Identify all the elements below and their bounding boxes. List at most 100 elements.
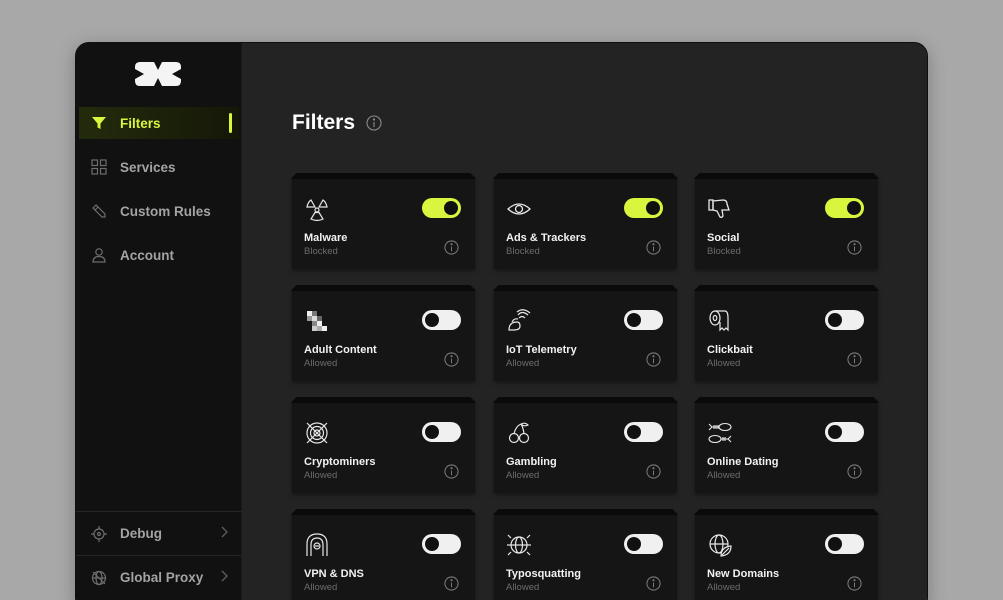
filter-card-cryptominers: Cryptominers Allowed xyxy=(292,401,475,493)
globe-icon xyxy=(90,569,108,587)
filter-status: Allowed xyxy=(707,358,741,369)
filter-name: Online Dating xyxy=(707,456,779,468)
filter-card-adult-content: Adult Content Allowed xyxy=(292,289,475,381)
crypto-target-icon xyxy=(306,422,328,444)
info-icon[interactable] xyxy=(366,115,382,131)
sidebar-item-label: Debug xyxy=(120,526,162,541)
cherries-icon xyxy=(508,422,530,444)
info-icon[interactable] xyxy=(444,352,459,367)
info-icon[interactable] xyxy=(646,576,661,591)
toggle-knob xyxy=(627,425,641,439)
info-icon[interactable] xyxy=(847,464,862,479)
filter-status: Allowed xyxy=(707,582,741,593)
filter-icon xyxy=(90,114,108,132)
info-icon[interactable] xyxy=(646,352,661,367)
chevron-right-icon xyxy=(221,570,228,582)
toggle-knob xyxy=(425,537,439,551)
toggle-knob xyxy=(444,201,458,215)
filter-name: Gambling xyxy=(506,456,557,468)
info-icon[interactable] xyxy=(847,352,862,367)
filter-toggle[interactable] xyxy=(624,422,663,442)
filter-name: Typosquatting xyxy=(506,568,581,580)
filter-status: Allowed xyxy=(506,358,540,369)
toilet-paper-icon xyxy=(709,310,729,332)
chevron-right-icon xyxy=(221,526,228,538)
filter-toggle[interactable] xyxy=(422,422,461,442)
tunnel-icon xyxy=(306,533,328,556)
filter-card-online-dating: Online Dating Allowed xyxy=(695,401,878,493)
grid-icon xyxy=(90,158,108,176)
toggle-knob xyxy=(627,537,641,551)
filter-status: Allowed xyxy=(304,358,338,369)
sidebar-item-custom-rules[interactable]: Custom Rules xyxy=(79,195,239,227)
sidebar-item-debug[interactable]: Debug xyxy=(76,511,242,555)
toggle-knob xyxy=(425,425,439,439)
sidebar-item-label: Services xyxy=(120,159,176,175)
toggle-knob xyxy=(828,425,842,439)
app-logo xyxy=(135,62,181,86)
page-title: Filters xyxy=(292,111,356,134)
filter-name: Adult Content xyxy=(304,344,377,356)
filter-card-malware: Malware Blocked xyxy=(292,177,475,269)
sidebar-item-label: Global Proxy xyxy=(120,570,204,585)
filter-name: Social xyxy=(707,232,740,244)
filter-status: Allowed xyxy=(707,470,741,481)
filter-name: Malware xyxy=(304,232,348,244)
filter-toggle[interactable] xyxy=(825,534,864,554)
pencil-icon xyxy=(90,202,108,220)
filter-toggle[interactable] xyxy=(422,310,461,330)
filter-toggle[interactable] xyxy=(624,534,663,554)
info-icon[interactable] xyxy=(444,576,459,591)
info-icon[interactable] xyxy=(646,240,661,255)
filter-status: Blocked xyxy=(304,246,338,257)
filter-name: VPN & DNS xyxy=(304,568,364,580)
toggle-knob xyxy=(425,313,439,327)
toggle-knob xyxy=(847,201,861,215)
filter-card-new-domains: New Domains Allowed xyxy=(695,513,878,600)
filter-toggle[interactable] xyxy=(825,198,864,218)
user-icon xyxy=(90,246,108,264)
filter-card-iot-telemetry: IoT Telemetry Allowed xyxy=(494,289,677,381)
filter-toggle[interactable] xyxy=(624,310,663,330)
radiation-icon xyxy=(306,199,328,222)
sidebar: Filters Services Custom Rules Account De xyxy=(76,43,242,600)
filter-toggle[interactable] xyxy=(825,310,864,330)
info-icon[interactable] xyxy=(444,240,459,255)
toggle-knob xyxy=(627,313,641,327)
info-icon[interactable] xyxy=(847,240,862,255)
globe-leaf-icon xyxy=(709,534,732,557)
filter-toggle[interactable] xyxy=(422,534,461,554)
app-window: Filters Services Custom Rules Account De xyxy=(75,42,928,600)
filter-card-ads-trackers: Ads & Trackers Blocked xyxy=(494,177,677,269)
toggle-knob xyxy=(828,313,842,327)
filter-name: Ads & Trackers xyxy=(506,232,587,244)
sidebar-item-filters[interactable]: Filters xyxy=(79,107,239,139)
sidebar-item-label: Account xyxy=(120,247,174,263)
filter-card-gambling: Gambling Allowed xyxy=(494,401,677,493)
filter-card-social: Social Blocked xyxy=(695,177,878,269)
filter-card-vpn-dns: VPN & DNS Allowed xyxy=(292,513,475,600)
filter-status: Allowed xyxy=(506,582,540,593)
globe-bug-icon xyxy=(507,534,531,556)
filter-name: Cryptominers xyxy=(304,456,376,468)
info-icon[interactable] xyxy=(847,576,862,591)
sidebar-item-label: Custom Rules xyxy=(120,203,211,219)
info-icon[interactable] xyxy=(444,464,459,479)
filter-status: Blocked xyxy=(506,246,540,257)
filter-status: Allowed xyxy=(304,470,338,481)
sidebar-item-global-proxy[interactable]: Global Proxy xyxy=(76,555,242,599)
filter-name: New Domains xyxy=(707,568,780,580)
filter-name: Clickbait xyxy=(707,344,753,356)
filter-toggle[interactable] xyxy=(624,198,663,218)
filter-toggle[interactable] xyxy=(422,198,461,218)
info-icon[interactable] xyxy=(646,464,661,479)
filter-toggle[interactable] xyxy=(825,422,864,442)
filter-status: Allowed xyxy=(506,470,540,481)
filter-status: Blocked xyxy=(707,246,741,257)
crosshair-icon xyxy=(90,525,108,543)
filter-status: Allowed xyxy=(304,582,338,593)
filter-card-clickbait: Clickbait Allowed xyxy=(695,289,878,381)
sidebar-item-services[interactable]: Services xyxy=(79,151,239,183)
toggle-knob xyxy=(828,537,842,551)
sidebar-item-account[interactable]: Account xyxy=(79,239,239,271)
